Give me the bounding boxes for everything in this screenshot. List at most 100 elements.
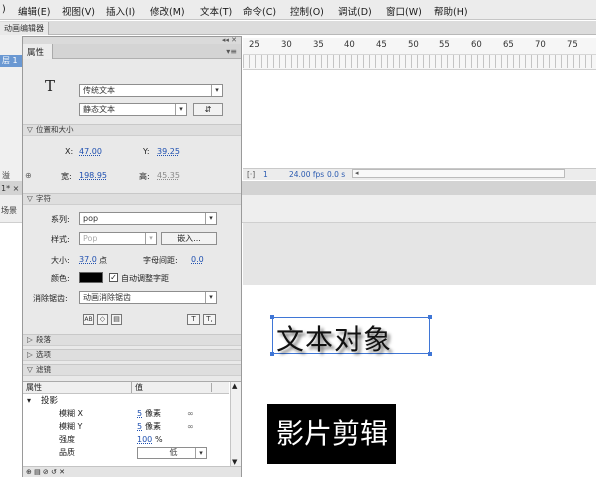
color-label: 颜色:: [51, 274, 70, 283]
menu-view[interactable]: 视图(V): [62, 4, 95, 18]
panel-collapse-controls[interactable]: ◂◂ ✕: [23, 37, 241, 44]
section-position-size[interactable]: ▽ 位置和大小: [23, 124, 241, 136]
table-row[interactable]: 强度 100 %: [23, 434, 229, 446]
onion-icon[interactable]: [·]: [247, 170, 255, 179]
letter-spacing-value[interactable]: 0.0: [191, 255, 204, 264]
text-orientation-button[interactable]: ⇵: [193, 103, 223, 116]
filter-action-icons[interactable]: ⊕ ▤ ⊘ ↺ ✕: [26, 468, 65, 476]
filter-group-row[interactable]: ▾ 投影: [23, 395, 229, 407]
table-row[interactable]: 模糊 Y 5 像素 ∞: [23, 421, 229, 433]
menu-bar: ) 编辑(E) 视图(V) 插入(I) 修改(M) 文本(T) 命令(C) 控制…: [0, 0, 596, 20]
section-paragraph[interactable]: ▷ 段落: [23, 334, 241, 346]
ruler-number: 65: [503, 40, 514, 50]
autokern-label: 自动调整字距: [121, 274, 169, 283]
quality-select[interactable]: 低 ▾: [137, 447, 207, 459]
y-value[interactable]: 39.25: [157, 147, 180, 156]
show-border-icon[interactable]: ▤: [111, 314, 122, 325]
scroll-up-icon[interactable]: ▲: [232, 382, 237, 390]
subscript-icon[interactable]: T,: [203, 314, 216, 325]
section-filters[interactable]: ▽ 滤镜: [23, 364, 241, 376]
section-options[interactable]: ▷ 选项: [23, 349, 241, 361]
frame-cells[interactable]: [243, 54, 596, 68]
menu-debug[interactable]: 调试(D): [338, 4, 372, 18]
ruler-number: 30: [281, 40, 292, 50]
ruler-number: 55: [439, 40, 450, 50]
resize-handle[interactable]: [270, 352, 274, 356]
filters-scrollbar[interactable]: ▲ ▼: [230, 382, 241, 466]
stage-text-object[interactable]: 文本对象: [276, 318, 392, 358]
text-engine-select[interactable]: 传统文本 ▾: [79, 84, 223, 97]
timeline-scrollbar[interactable]: ◂: [352, 169, 565, 178]
chevron-down-icon: ▾: [205, 292, 216, 303]
menu-edit[interactable]: 编辑(E): [18, 4, 50, 18]
height-value[interactable]: 45.35: [157, 171, 180, 180]
font-style-select[interactable]: Pop ▾: [79, 232, 157, 245]
stage-movie-clip[interactable]: 影片剪辑: [267, 404, 396, 464]
panel-menu-icon[interactable]: ▾≡: [226, 47, 237, 56]
menu-insert[interactable]: 插入(I): [106, 4, 135, 18]
menu-text[interactable]: 文本(T): [200, 4, 232, 18]
ruler-number: 40: [344, 40, 355, 50]
render-html-icon[interactable]: ◇: [97, 314, 108, 325]
timeline-ruler[interactable]: 25 30 35 40 45 50 55 60 65 70 75: [243, 38, 596, 70]
tab-motion-editor[interactable]: 动画编辑器: [0, 22, 49, 35]
pasteboard: [243, 223, 596, 285]
superscript-icon[interactable]: T: [187, 314, 200, 325]
text-type-value: 静态文本: [83, 105, 115, 114]
lock-ratio-icon[interactable]: ⊕: [25, 171, 32, 180]
menu-control[interactable]: 控制(O): [290, 4, 324, 18]
width-value[interactable]: 198.95: [79, 171, 107, 180]
menu-commands[interactable]: 命令(C): [243, 4, 276, 18]
size-label: 大小:: [51, 256, 70, 265]
filters-table: 属性 值 ▾ 投影 模糊 X 5 像素 ∞ 模糊 Y 5 像素 ∞ 强度 100…: [23, 381, 241, 477]
embed-button[interactable]: 嵌入...: [161, 232, 217, 245]
link-icon[interactable]: ∞: [187, 421, 194, 433]
column-value: 值: [131, 382, 143, 393]
ruler-number: 25: [249, 40, 260, 50]
ruler-number: 60: [471, 40, 482, 50]
elapsed-time: 0.0 s: [327, 170, 346, 179]
resize-handle[interactable]: [428, 352, 432, 356]
layer-row[interactable]: 层 1: [0, 55, 22, 67]
current-frame[interactable]: 1: [263, 170, 268, 179]
menu-help[interactable]: 帮助(H): [434, 4, 468, 18]
table-row[interactable]: 模糊 X 5 像素 ∞: [23, 408, 229, 420]
font-size-value[interactable]: 37.0: [79, 255, 97, 264]
resize-handle[interactable]: [270, 315, 274, 319]
width-label: 宽:: [61, 172, 72, 181]
scene-label-fragment: 场景: [1, 206, 17, 215]
tab-properties[interactable]: 属性: [23, 44, 53, 59]
chevron-down-icon: ▾: [175, 104, 186, 115]
scroll-left-icon[interactable]: ◂: [355, 169, 359, 177]
table-row[interactable]: 品质 低 ▾: [23, 447, 229, 459]
anti-alias-select[interactable]: 动画消除锯齿 ▾: [79, 291, 217, 304]
x-value[interactable]: 47.00: [79, 147, 102, 156]
collapse-triangle-icon: ▽: [27, 365, 33, 374]
menu-window[interactable]: 窗口(W): [386, 4, 422, 18]
filter-group-label: 投影: [41, 396, 59, 406]
chevron-down-icon: ▾: [195, 448, 206, 458]
text-type-select[interactable]: 静态文本 ▾: [79, 103, 187, 116]
menu-modify[interactable]: 修改(M): [150, 4, 185, 18]
expand-triangle-icon: ▷: [27, 350, 33, 359]
resize-handle[interactable]: [428, 315, 432, 319]
link-icon[interactable]: ∞: [187, 408, 194, 420]
ruler-number: 75: [567, 40, 578, 50]
menu-partial: ): [2, 4, 6, 15]
autokern-checkbox[interactable]: ✓: [109, 273, 118, 282]
selectable-text-icon[interactable]: AB: [83, 314, 94, 325]
text-color-swatch[interactable]: [79, 272, 103, 283]
frame-rate[interactable]: 24.00 fps: [289, 170, 324, 179]
ruler-number: 35: [313, 40, 324, 50]
font-family-select[interactable]: pop ▾: [79, 212, 217, 225]
x-label: X:: [65, 147, 74, 156]
filters-table-header: 属性 值: [23, 382, 229, 394]
timeline-tab-bar: 动画编辑器: [0, 21, 596, 35]
section-character[interactable]: ▽ 字符: [23, 193, 241, 205]
scroll-down-icon[interactable]: ▼: [232, 458, 237, 466]
chevron-down-icon: ▾: [205, 213, 216, 224]
column-divider: [211, 383, 212, 392]
document-tab-fragment[interactable]: 1* ×: [1, 184, 19, 193]
chevron-down-icon: ▾: [145, 233, 156, 244]
ruler-number: 45: [376, 40, 387, 50]
